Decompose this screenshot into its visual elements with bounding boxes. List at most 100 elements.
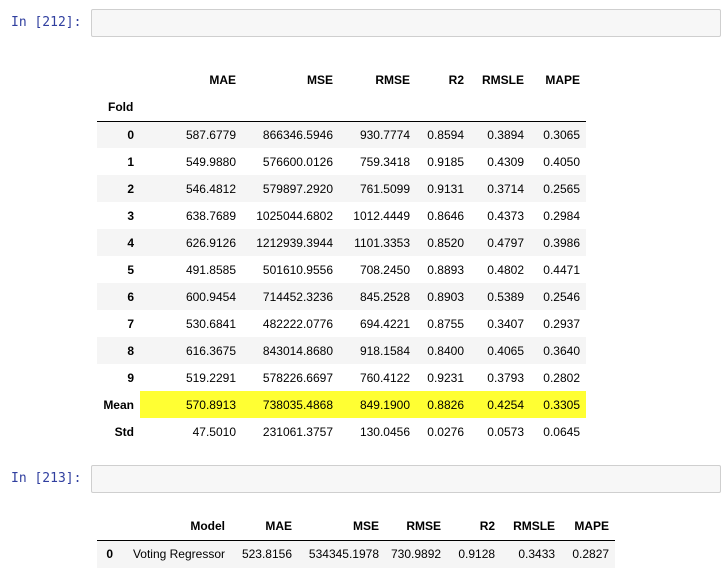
table-row: Mean 570.8913 738035.4868 849.1900 0.8826 0.4… xyxy=(97,391,586,418)
table-cell: 578226.6697 xyxy=(262,370,333,385)
table-cell: 530.6841 xyxy=(185,316,236,331)
row-index: 4 xyxy=(127,235,134,250)
row-index: 6 xyxy=(127,289,134,304)
table-cell: 491.8585 xyxy=(185,262,236,277)
table-cell: 546.4812 xyxy=(185,181,236,196)
table-cell: 1025044.6802 xyxy=(256,208,333,223)
table-row: 5 491.8585 501610.9556 708.2450 0.8893 0.4802… xyxy=(97,256,586,283)
table-cell: 587.6779 xyxy=(185,127,236,142)
table-cell: 482222.0776 xyxy=(262,316,333,331)
col-header-rmsle: RMSLE xyxy=(482,73,524,87)
table-cell: 519.2291 xyxy=(185,370,236,385)
table-row: 6 600.9454 714452.3236 845.2528 0.8903 0.5389… xyxy=(97,283,586,310)
table-cell: 738035.4868 xyxy=(242,391,339,418)
table-cell: 0.8826 xyxy=(416,391,470,418)
cv-results-table: MAE MSE RMSE R2 RMSLE MAPE Fold 0 587.677… xyxy=(97,66,586,445)
table-cell: 0.4254 xyxy=(470,391,530,418)
table-row: 2 546.4812 579897.2920 761.5099 0.9131 0.3714… xyxy=(97,175,586,202)
table-cell: 0.4471 xyxy=(543,262,580,277)
table-cell: 549.9880 xyxy=(185,154,236,169)
table-cell: 694.4221 xyxy=(359,316,410,331)
row-index: 5 xyxy=(127,262,134,277)
col-header-mse: MSE xyxy=(298,512,385,541)
col-header-mape: MAPE xyxy=(545,73,580,87)
table-cell: 0.3714 xyxy=(487,181,524,196)
table-cell: 0.2827 xyxy=(572,547,610,562)
row-index: 2 xyxy=(127,181,134,196)
col-header-mse: MSE xyxy=(306,73,333,87)
row-index: Mean xyxy=(103,397,134,412)
table-cell: 849.1900 xyxy=(339,391,416,418)
table-cell: 0.8646 xyxy=(427,208,464,223)
table-cell: 708.2450 xyxy=(359,262,410,277)
pred-table-body: 0 Voting Regressor 523.8156 534345.1978 730.… xyxy=(97,540,616,568)
index-name-spacer xyxy=(140,94,242,122)
table-row: 0 587.6779 866346.5946 930.7774 0.8594 0.3894… xyxy=(97,121,586,148)
table-cell: 0.0276 xyxy=(427,424,464,439)
col-header-mae: MAE xyxy=(231,512,298,541)
index-name-spacer xyxy=(416,94,470,122)
code-cell-212[interactable]: final_tuned = blend_models([xg_bagged,ca… xyxy=(91,9,721,37)
table-cell: 616.3675 xyxy=(185,343,236,358)
row-index: 0 xyxy=(127,127,134,142)
table-cell: 0.3986 xyxy=(543,235,580,250)
col-header-mape: MAPE xyxy=(561,512,616,541)
table-row: 1 549.9880 576600.0126 759.3418 0.9185 0.4309… xyxy=(97,148,586,175)
table-row: 8 616.3675 843014.8680 918.1584 0.8400 0.4065… xyxy=(97,337,586,364)
table-cell: 0.3640 xyxy=(543,343,580,358)
table-cell: 930.7774 xyxy=(359,127,410,142)
cv-table-body: 0 587.6779 866346.5946 930.7774 0.8594 0.3894… xyxy=(97,121,586,445)
table-cell: 0.3065 xyxy=(543,127,580,142)
table-cell: 730.9892 xyxy=(391,547,442,562)
table-cell: 570.8913 xyxy=(140,391,242,418)
table-header-row: MAE MSE RMSE R2 RMSLE MAPE xyxy=(97,66,586,94)
col-header-r2: R2 xyxy=(448,73,464,87)
row-index: 3 xyxy=(127,208,134,223)
row-index: 1 xyxy=(127,154,134,169)
table-cell: 0.2802 xyxy=(543,370,580,385)
table-cell: 0.8400 xyxy=(427,343,464,358)
model-name-cell: Voting Regressor xyxy=(132,547,225,562)
table-cell: 0.8520 xyxy=(427,235,464,250)
row-index: 8 xyxy=(127,343,134,358)
table-cell: 0.4797 xyxy=(487,235,524,250)
blank-header xyxy=(97,66,140,94)
table-cell: 714452.3236 xyxy=(262,289,333,304)
prediction-results-table: Model MAE MSE RMSE R2 RMSLE MAPE 0 Voting… xyxy=(97,512,616,568)
table-cell: 760.4122 xyxy=(359,370,410,385)
index-name-row: Fold xyxy=(97,94,586,122)
table-cell: 845.2528 xyxy=(359,289,410,304)
table-cell: 759.3418 xyxy=(359,154,410,169)
row-index: 0 xyxy=(106,547,113,562)
table-cell: 0.0645 xyxy=(543,424,580,439)
table-cell: 843014.8680 xyxy=(262,343,333,358)
table-cell: 918.1584 xyxy=(359,343,410,358)
table-cell: 1212939.3944 xyxy=(256,235,333,250)
table-cell: 0.3894 xyxy=(487,127,524,142)
col-header-rmsle: RMSLE xyxy=(501,512,562,541)
table-cell: 0.8755 xyxy=(427,316,464,331)
table-cell: 231061.3757 xyxy=(262,424,333,439)
table-row: Std 47.5010 231061.3757 130.0456 0.0276 0.057… xyxy=(97,418,586,445)
table-row: 4 626.9126 1212939.3944 1101.3353 0.8520 0.47… xyxy=(97,229,586,256)
table-cell: 0.8903 xyxy=(427,289,464,304)
table-cell: 0.3793 xyxy=(487,370,524,385)
table-cell: 0.4309 xyxy=(487,154,524,169)
table-cell: 0.9231 xyxy=(427,370,464,385)
row-index: 9 xyxy=(127,370,134,385)
row-index: 7 xyxy=(127,316,134,331)
table-cell: 0.9128 xyxy=(458,547,496,562)
table-cell: 0.9185 xyxy=(427,154,464,169)
table-cell: 600.9454 xyxy=(185,289,236,304)
code-cell-213[interactable]: predictions = predict_model(final_tuned,… xyxy=(91,465,721,493)
index-name-fold: Fold xyxy=(97,94,140,122)
table-header-row: Model MAE MSE RMSE R2 RMSLE MAPE xyxy=(97,512,616,541)
table-cell: 576600.0126 xyxy=(262,154,333,169)
table-cell: 638.7689 xyxy=(185,208,236,223)
table-cell: 47.5010 xyxy=(192,424,236,439)
table-cell: 0.2937 xyxy=(543,316,580,331)
index-name-spacer xyxy=(530,94,586,122)
table-cell: 523.8156 xyxy=(241,547,292,562)
index-name-spacer xyxy=(242,94,339,122)
table-cell: 0.3305 xyxy=(530,391,586,418)
